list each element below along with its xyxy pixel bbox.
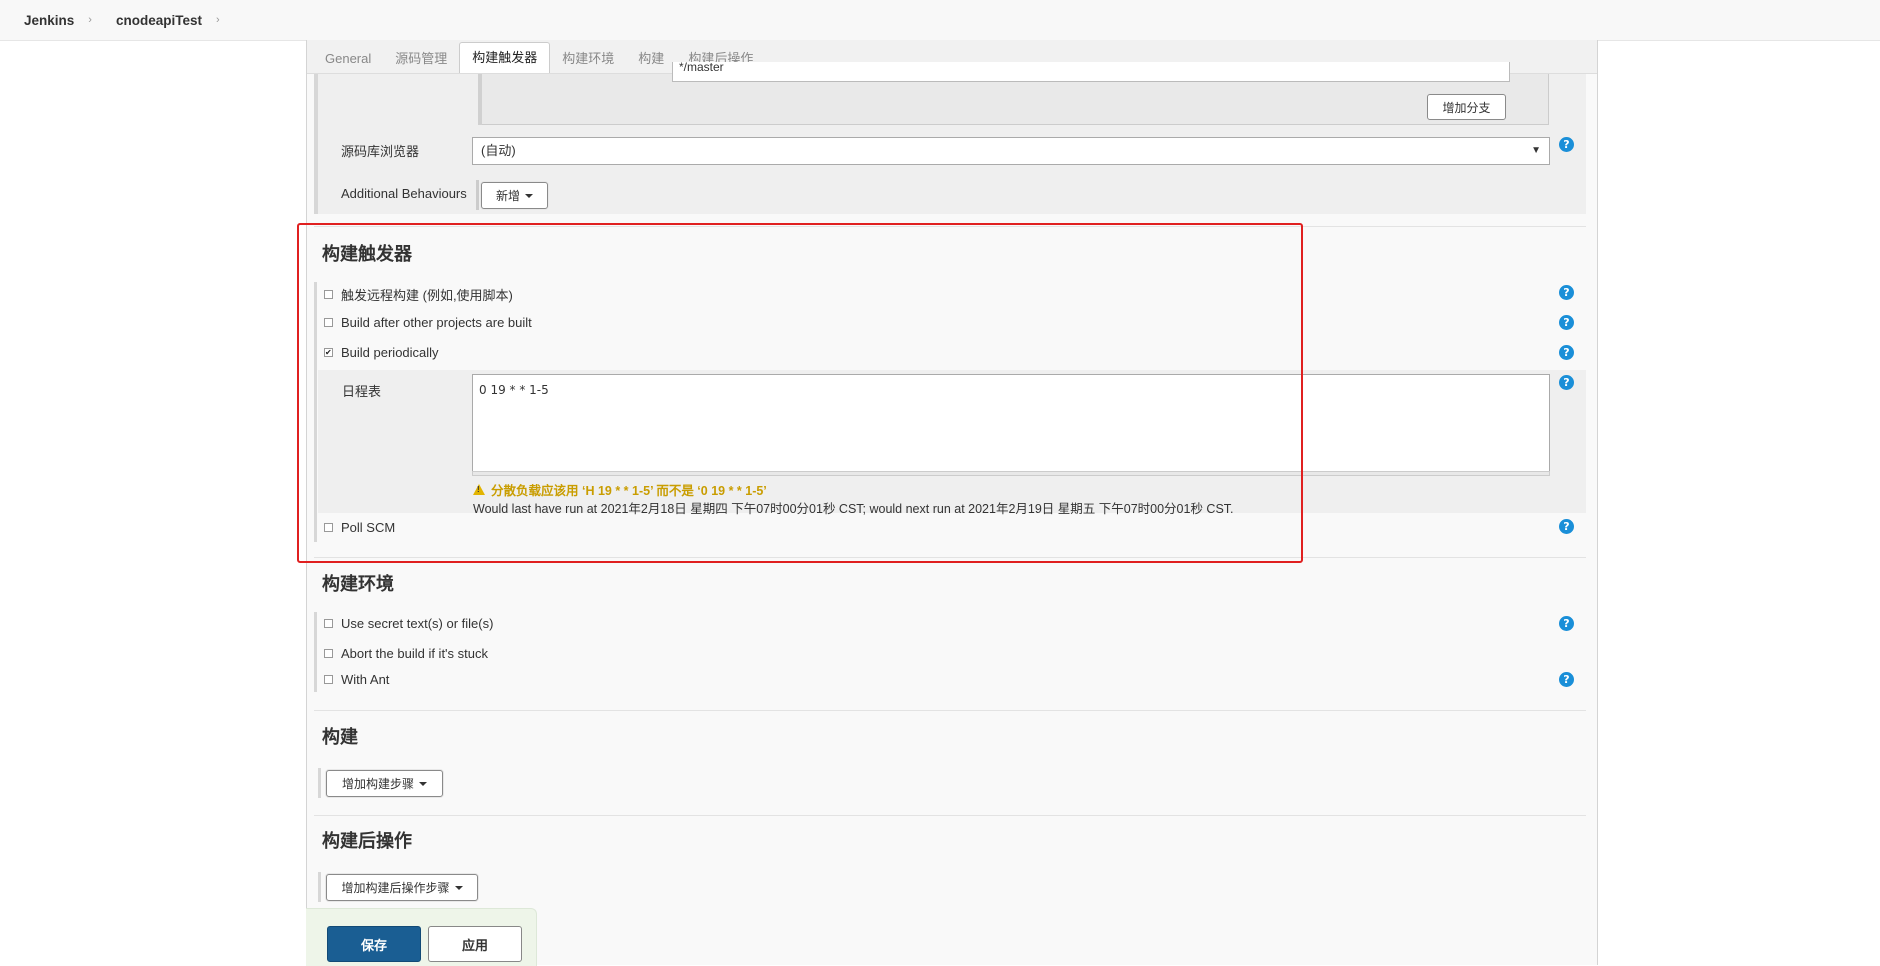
caret-down-icon <box>419 781 427 786</box>
schedule-run-info: Would last have run at 2021年2月18日 星期四 下午… <box>473 502 1234 516</box>
behaviours-bar <box>476 180 479 210</box>
help-icon[interactable]: ? <box>1559 285 1574 300</box>
env-abort-option: Abort the build if it's stuck <box>324 646 488 661</box>
trigger-remote-checkbox[interactable] <box>324 290 333 299</box>
trigger-poll-scm-checkbox[interactable] <box>324 523 333 532</box>
trigger-after-other-option: Build after other projects are built <box>324 315 532 330</box>
schedule-warning: 分散负载应该用 ‘H 19 * * 1-5’ 而不是 ‘0 19 * * 1-5… <box>473 480 767 499</box>
divider <box>314 815 1586 816</box>
schedule-textarea[interactable]: 0 19 * * 1-5 <box>472 374 1550 472</box>
add-branch-button[interactable]: 增加分支 <box>1427 94 1506 120</box>
env-ant-label: With Ant <box>341 672 390 687</box>
add-behaviour-label: 新增 <box>495 189 520 203</box>
textarea-resize-handle[interactable] <box>472 471 1550 476</box>
env-abort-checkbox[interactable] <box>324 649 333 658</box>
trigger-after-other-label: Build after other projects are built <box>341 315 532 330</box>
tab-build[interactable]: 构建 <box>626 45 676 73</box>
divider <box>314 710 1586 711</box>
trigger-periodically-checkbox[interactable] <box>324 348 333 357</box>
branch-block-bar <box>478 74 482 125</box>
trigger-after-other-checkbox[interactable] <box>324 318 333 327</box>
save-button[interactable]: 保存 <box>327 926 421 962</box>
add-build-step-label: 增加构建步骤 <box>341 777 414 791</box>
tab-scm[interactable]: 源码管理 <box>383 45 459 73</box>
build-triggers-title: 构建触发器 <box>322 244 412 264</box>
build-env-title: 构建环境 <box>322 574 394 594</box>
env-secret-label: Use secret text(s) or file(s) <box>341 616 494 631</box>
tab-build-env[interactable]: 构建环境 <box>550 45 626 73</box>
breadcrumb-jenkins[interactable]: Jenkins <box>0 13 88 28</box>
tab-general[interactable]: General <box>313 45 383 73</box>
repo-browser-select[interactable]: (自动) ▼ <box>472 137 1550 165</box>
help-icon[interactable]: ? <box>1559 672 1574 687</box>
caret-down-icon <box>454 885 463 890</box>
help-icon[interactable]: ? <box>1559 137 1574 152</box>
help-icon[interactable]: ? <box>1559 315 1574 330</box>
help-icon[interactable]: ? <box>1559 519 1574 534</box>
chevron-down-icon: ▼ <box>1531 145 1541 156</box>
trigger-periodically-label: Build periodically <box>341 345 439 360</box>
add-post-build-step-button[interactable]: 增加构建后操作步骤 <box>326 874 478 901</box>
help-icon[interactable]: ? <box>1559 616 1574 631</box>
schedule-warning-text: 分散负载应该用 ‘H 19 * * 1-5’ 而不是 ‘0 19 * * 1-5… <box>491 484 767 498</box>
post-section-bar <box>318 872 321 902</box>
schedule-label: 日程表 <box>342 384 382 399</box>
chevron-right-icon[interactable]: › <box>216 14 220 26</box>
add-behaviour-button[interactable]: 新增 <box>481 182 548 209</box>
env-section-bar <box>314 612 317 692</box>
trigger-remote-option: 触发远程构建 (例如,使用脚本) <box>324 285 513 304</box>
apply-button[interactable]: 应用 <box>428 926 522 962</box>
add-post-build-step-label: 增加构建后操作步骤 <box>341 881 450 895</box>
add-build-step-button[interactable]: 增加构建步骤 <box>326 770 443 797</box>
triggers-section-bar <box>314 282 317 542</box>
divider <box>314 226 1586 227</box>
additional-behaviours-label: Additional Behaviours <box>341 186 467 201</box>
build-title: 构建 <box>322 727 358 747</box>
caret-down-icon <box>525 193 533 198</box>
breadcrumb-job[interactable]: cnodeapiTest <box>92 13 216 28</box>
repo-browser-label: 源码库浏览器 <box>341 144 420 159</box>
branch-specifier-input[interactable]: */master <box>672 62 1510 82</box>
scm-section-bar <box>314 74 318 214</box>
env-secret-checkbox[interactable] <box>324 619 333 628</box>
env-abort-label: Abort the build if it's stuck <box>341 646 488 661</box>
env-ant-checkbox[interactable] <box>324 675 333 684</box>
breadcrumb: Jenkins › cnodeapiTest › <box>0 0 1880 41</box>
help-icon[interactable]: ? <box>1559 345 1574 360</box>
trigger-poll-scm-label: Poll SCM <box>341 520 396 535</box>
divider <box>314 557 1586 558</box>
help-icon[interactable]: ? <box>1559 375 1574 390</box>
build-section-bar <box>318 768 321 798</box>
env-ant-option: With Ant <box>324 672 389 687</box>
env-secret-option: Use secret text(s) or file(s) <box>324 616 493 631</box>
tab-build-triggers[interactable]: 构建触发器 <box>459 42 551 73</box>
trigger-remote-label: 触发远程构建 (例如,使用脚本) <box>341 288 513 303</box>
trigger-periodically-option: Build periodically <box>324 345 439 360</box>
trigger-poll-scm-option: Poll SCM <box>324 520 395 535</box>
repo-browser-value: (自动) <box>481 143 516 158</box>
post-build-title: 构建后操作 <box>322 831 412 851</box>
warning-icon <box>473 484 485 495</box>
